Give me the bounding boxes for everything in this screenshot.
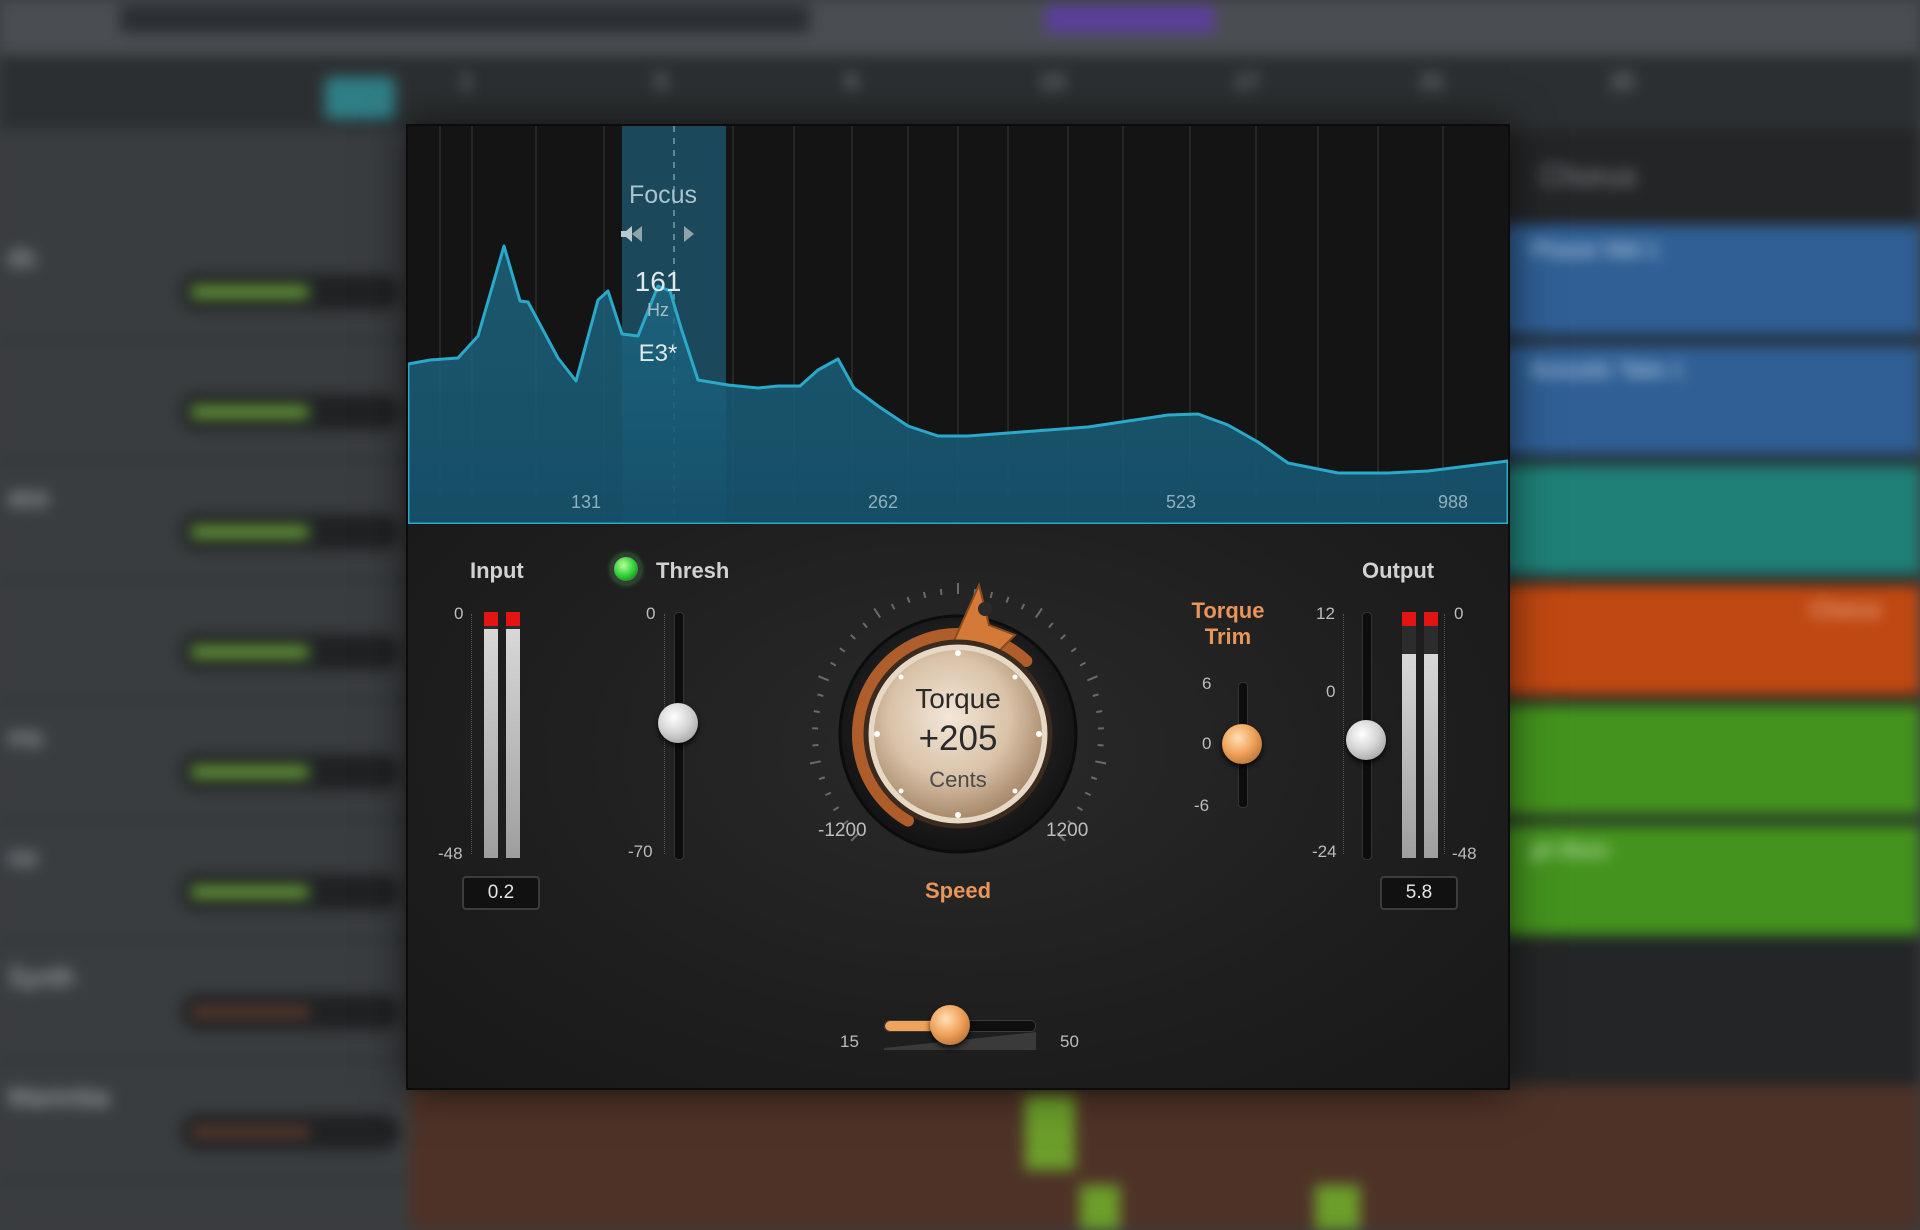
focus-note: E3* [638,340,678,367]
torque-trim-scale-bottom: -6 [1194,796,1210,815]
ruler-tick: 9 [845,69,858,94]
input-meter-left [484,612,498,858]
clip-name: Acoustic Take 1 [1530,357,1684,382]
input-scale-top: 0 [454,604,464,623]
ruler-tick: 13 [1040,69,1065,94]
torque-title: Torque [915,683,1001,714]
ruler-tick: 21 [1420,69,1445,94]
output-meter-left [1402,612,1416,858]
output-gain-slider-thumb[interactable] [1346,720,1386,760]
thresh-label: Thresh [656,558,730,583]
focus-label: Focus [628,181,698,209]
ruler-tick: 5 [655,69,668,94]
torque-trim-scale-mid: 0 [1202,734,1212,753]
thresh-scale-top: 0 [646,604,656,623]
clip-name: gh Bass [1530,837,1610,862]
track-name: Synth [8,962,75,992]
output-meter-scale-bottom: -48 [1452,844,1477,863]
speed-max-label: 50 [1060,1032,1079,1051]
ruler-tick: 17 [1235,69,1260,94]
torque-max-label: 1200 [1046,820,1089,841]
control-panel: Input 0 -48 0.2 Thresh 0 -70 Torque +205… [408,524,1508,1088]
spectrum-graph [408,126,1508,524]
input-value-readout[interactable]: 0.2 [462,876,540,910]
output-gain-scale-top: 12 [1316,604,1335,623]
track-list: ds ass ms no Synth Marimba [0,130,410,1230]
ruler-tick: 25 [1610,69,1635,94]
input-label: Input [470,558,524,583]
output-gain-scale-mid: 0 [1326,682,1336,701]
clip-teal [1500,465,1920,575]
focus-controls [618,222,708,248]
timeline-ruler: 1 5 9 13 17 21 25 [0,55,1920,130]
output-label: Output [1362,558,1435,583]
speed-slider-thumb[interactable] [930,1005,970,1045]
clip-blue-2: Acoustic Take 1 [1500,345,1920,455]
track-name: ass [8,482,49,512]
thresh-enable-led[interactable] [611,554,641,584]
piano-roll-grid [410,1085,1920,1230]
torque-trim-label-line2: Trim [1204,624,1252,649]
clip-name: Chorus [1810,597,1881,622]
input-scale-bottom: -48 [438,844,463,863]
freq-axis-label: 523 [1166,492,1197,512]
output-meter-right [1424,612,1438,858]
speed-min-label: 15 [840,1032,859,1051]
freq-axis-label: 988 [1438,492,1469,512]
focus-frequency: 161 [634,266,682,297]
clip-name: Phaser Mel 1 [1530,237,1660,262]
thresh-scale-bottom: -70 [628,842,653,861]
track-name: ds [8,242,36,272]
torque-trim-label-line1: Torque [1191,598,1265,623]
daw-toolbar [0,0,1920,55]
track-name: no [8,842,37,872]
ruler-tick: 1 [460,69,473,94]
freq-axis-label: 262 [868,492,899,512]
output-meter-scale-top: 0 [1454,604,1464,623]
focus-frequency-unit: Hz [647,300,669,320]
track-name: ms [8,722,43,752]
freq-axis-label: 131 [571,492,602,512]
torque-trim-slider-thumb[interactable] [1222,724,1262,764]
torque-knob[interactable]: Torque +205 Cents [803,579,1113,889]
clip-blue-1: Phaser Mel 1 [1500,225,1920,335]
clip-orange: Chorus [1500,585,1920,695]
output-gain-scale-bottom: -24 [1312,842,1337,861]
torque-trim-scale-top: 6 [1202,674,1212,693]
pitch-torque-plugin: Focus 161 Hz E3* 131 262 523 988 Input 0… [406,124,1510,1090]
torque-unit: Cents [929,767,987,792]
torque-min-label: -1200 [818,820,867,841]
input-meter-right [506,612,520,858]
section-label: Chorus [1540,160,1637,193]
clip-green-2: gh Bass [1500,825,1920,935]
clip-green-1 [1500,705,1920,815]
torque-value: +205 [918,719,998,758]
track-name: Marimba [8,1082,110,1112]
spectrum-analyzer[interactable]: Focus 161 Hz E3* 131 262 523 988 [408,126,1508,527]
listen-speaker-icon[interactable] [618,222,642,246]
output-value-readout[interactable]: 5.8 [1380,876,1458,910]
speed-label: Speed [924,878,992,903]
thresh-slider-thumb[interactable] [658,703,698,743]
focus-next-icon[interactable] [684,226,694,242]
